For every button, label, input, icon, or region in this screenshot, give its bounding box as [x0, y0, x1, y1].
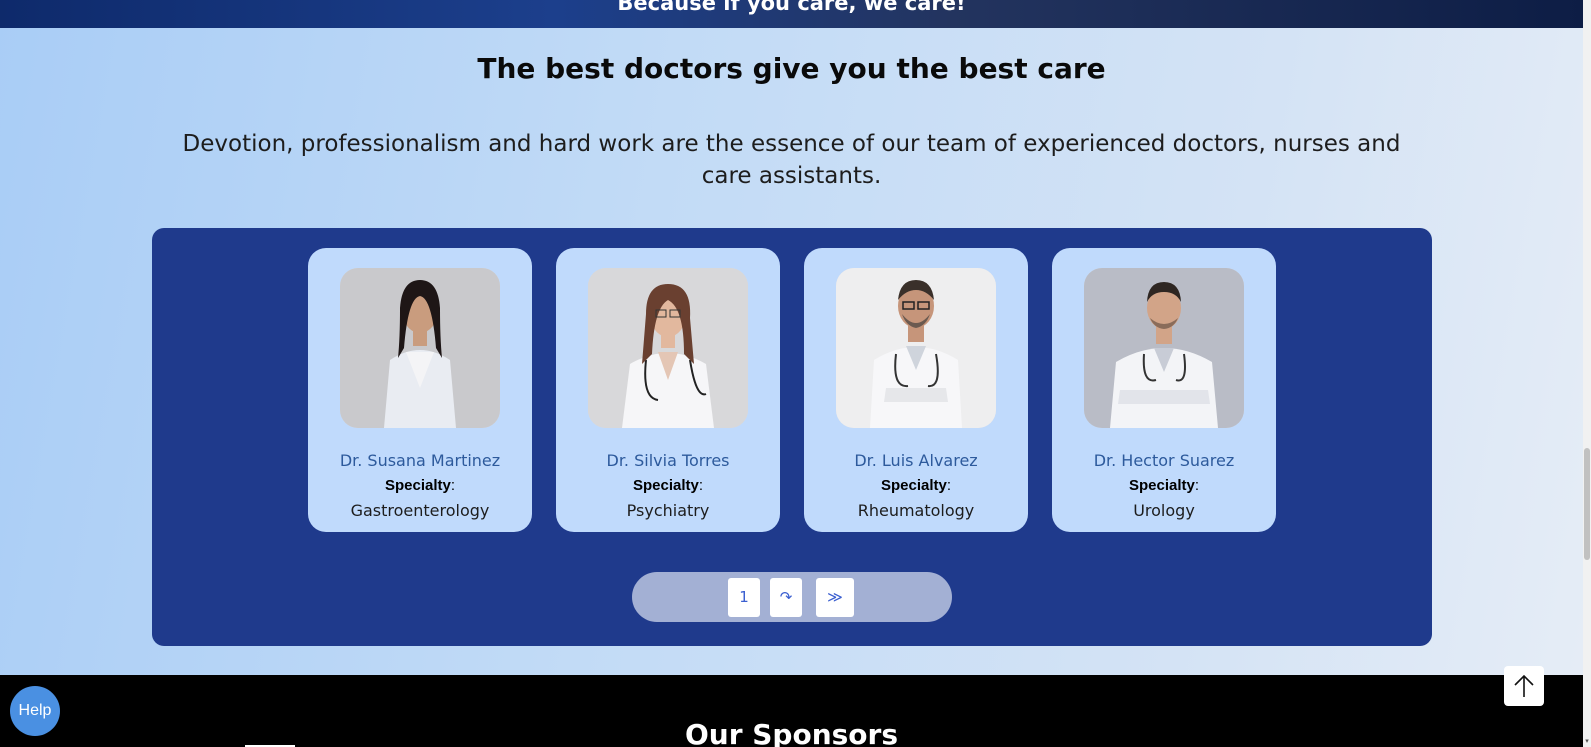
doctor-photo [1084, 268, 1244, 428]
scroll-down-arrow-icon[interactable]: ▾ [1583, 737, 1591, 745]
specialty-value: Rheumatology [857, 501, 975, 520]
specialty-label: Specialty: [1128, 477, 1200, 494]
specialty-value: Psychiatry [626, 501, 710, 520]
specialty-label: Specialty: [632, 477, 704, 494]
doctors-carousel: Dr. Susana Martinez Specialty: Gastroent… [152, 228, 1432, 646]
doctor-name: Dr. Hector Suarez [1093, 451, 1235, 470]
page-1-button[interactable]: 1 [728, 578, 760, 617]
doctor-name: Dr. Luis Alvarez [854, 451, 978, 470]
doctor-photo [588, 268, 748, 428]
section-description: Devotion, professionalism and hard work … [182, 131, 1401, 189]
specialty-label: Specialty: [880, 477, 952, 494]
doctor-photo [836, 268, 996, 428]
doctor-name: Dr. Silvia Torres [606, 451, 730, 470]
arrow-up-icon [1514, 674, 1534, 697]
doctor-card[interactable]: Dr. Susana Martinez Specialty: Gastroent… [308, 248, 532, 532]
next-page-button[interactable]: ↷ [770, 578, 802, 617]
hero-tagline: Because if you care, we care! [617, 0, 966, 15]
sponsors-footer: Our Sponsors [0, 675, 1583, 747]
section-title: The best doctors give you the best care [477, 52, 1106, 85]
doctor-card[interactable]: Dr. Silvia Torres Specialty: Psychiatry [556, 248, 780, 532]
last-page-button[interactable]: ≫ [816, 578, 854, 617]
specialty-label: Specialty: [384, 477, 456, 494]
hero-banner: Because if you care, we care! [0, 0, 1583, 28]
pagination: 1 ↷ ≫ [632, 572, 952, 622]
specialty-value: Urology [1133, 501, 1195, 520]
doctor-name: Dr. Susana Martinez [339, 451, 501, 470]
doctor-photo [340, 268, 500, 428]
back-to-top-button[interactable] [1504, 666, 1544, 706]
doctor-card[interactable]: Dr. Hector Suarez Specialty: Urology [1052, 248, 1276, 532]
scrollbar-thumb[interactable] [1584, 448, 1590, 560]
last-icon: ≫ [827, 588, 843, 606]
sponsors-title: Our Sponsors [684, 718, 899, 747]
next-icon: ↷ [779, 588, 793, 606]
page-scrollbar[interactable]: ▾ [1583, 0, 1591, 747]
help-button[interactable]: Help [10, 686, 60, 736]
specialty-value: Gastroenterology [350, 501, 490, 520]
doctor-card[interactable]: Dr. Luis Alvarez Specialty: Rheumatology [804, 248, 1028, 532]
